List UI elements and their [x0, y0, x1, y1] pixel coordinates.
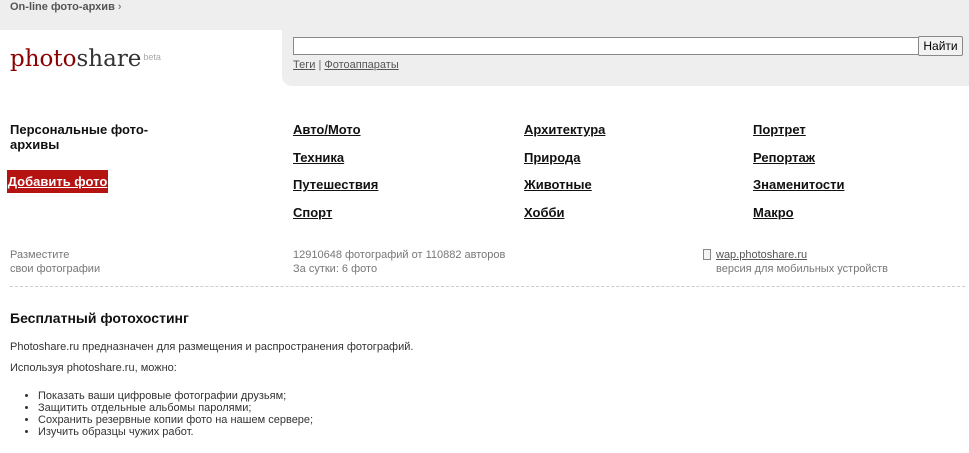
mobile-version: wap.photoshare.ru версия для мобильных у…	[716, 248, 888, 276]
list-item: Показать ваши цифровые фотографии друзья…	[38, 390, 313, 402]
category-reportage[interactable]: Репортаж	[753, 150, 815, 166]
tags-link[interactable]: Теги	[293, 59, 315, 71]
stats-daily: За сутки: 6 фото	[293, 263, 378, 275]
category-auto-moto[interactable]: Авто/Мото	[293, 122, 361, 138]
site-logo[interactable]: photoshare beta	[10, 44, 161, 74]
link-separator: |	[318, 59, 322, 71]
category-sport[interactable]: Спорт	[293, 205, 332, 221]
breadcrumb[interactable]: On-line фото-архив ›	[10, 0, 122, 14]
top-bar: On-line фото-архив ›	[0, 0, 969, 30]
wap-link[interactable]: wap.photoshare.ru	[716, 249, 807, 261]
category-tech[interactable]: Техника	[293, 150, 344, 166]
hosting-heading: Бесплатный фотохостинг	[10, 310, 189, 326]
hosting-usage-intro: Используя photoshare.ru, можно:	[10, 362, 177, 374]
category-travel[interactable]: Путешествия	[293, 177, 378, 193]
category-animals[interactable]: Животные	[524, 177, 592, 193]
logo-photo: photo	[10, 46, 77, 72]
category-nature[interactable]: Природа	[524, 150, 580, 166]
search-panel: Найти Теги | Фотоаппараты	[282, 30, 969, 86]
list-item: Сохранить резервные копии фото на нашем …	[38, 414, 313, 426]
personal-archives-title: Персональные фото-архивы	[10, 122, 149, 152]
logo-beta: beta	[143, 52, 161, 62]
section-divider	[10, 286, 965, 287]
category-portrait[interactable]: Портрет	[753, 122, 806, 138]
stats: 12910648 фотографий от 110882 авторов За…	[293, 248, 505, 276]
cameras-link[interactable]: Фотоаппараты	[324, 59, 398, 71]
mobile-phone-icon	[703, 249, 711, 260]
search-links: Теги | Фотоаппараты	[293, 59, 399, 71]
logo-share: share	[76, 46, 142, 72]
features-list: Показать ваши цифровые фотографии друзья…	[24, 390, 313, 438]
upload-hint-line1: Разместите	[10, 249, 70, 261]
category-architecture[interactable]: Архитектура	[524, 122, 605, 138]
search-input[interactable]	[293, 37, 919, 55]
upload-hint: Разместите свои фотографии	[10, 248, 100, 276]
breadcrumb-label[interactable]: On-line фото-архив	[10, 1, 115, 13]
list-item: Изучить образцы чужих работ.	[38, 426, 313, 438]
category-celebrities[interactable]: Знаменитости	[753, 177, 844, 193]
hosting-description: Photoshare.ru предназначен для размещени…	[10, 341, 414, 353]
add-photo-button[interactable]: Добавить фото	[7, 170, 108, 193]
search-button[interactable]: Найти	[918, 36, 963, 56]
category-macro[interactable]: Макро	[753, 205, 794, 221]
stats-total: 12910648 фотографий от 110882 авторов	[293, 249, 506, 261]
upload-hint-line2: свои фотографии	[10, 263, 101, 275]
breadcrumb-arrow-icon: ›	[117, 1, 122, 13]
list-item: Защитить отдельные альбомы паролями;	[38, 402, 313, 414]
mobile-caption: версия для мобильных устройств	[716, 263, 888, 275]
category-hobby[interactable]: Хобби	[524, 205, 565, 221]
